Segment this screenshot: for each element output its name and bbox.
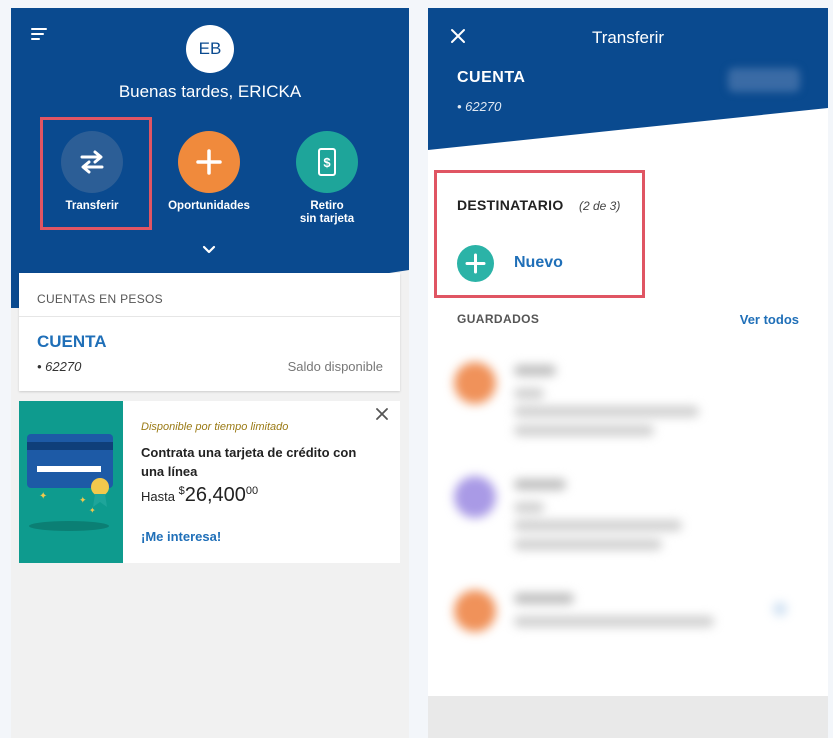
chevron-down-icon[interactable]: [202, 242, 216, 254]
transfer-screen: Transferir CUENTA • 62270 DESTINATARIO (…: [428, 8, 828, 738]
svg-text:✦: ✦: [39, 491, 47, 502]
account-card[interactable]: CUENTAS EN PESOS CUENTA • 62270 Saldo di…: [19, 273, 400, 391]
recipient-heading: DESTINATARIO: [457, 197, 564, 213]
divider: [19, 316, 400, 317]
promo-card: ✦ ✦ ✦ Disponible por tiempo limitado Con…: [19, 401, 400, 563]
greeting: Buenas tardes, ERICKA: [118, 82, 302, 101]
opportunities-button[interactable]: Oportunidades: [154, 131, 264, 213]
credit-card-illustration: ✦ ✦ ✦: [19, 401, 123, 563]
account-name[interactable]: CUENTA: [37, 332, 107, 352]
see-all-link[interactable]: Ver todos: [740, 312, 799, 327]
action-label: Oportunidades: [168, 200, 250, 212]
new-recipient-link[interactable]: Nuevo: [514, 254, 563, 272]
footer-bar: [428, 696, 828, 738]
balance-label: Saldo disponible: [287, 359, 383, 374]
svg-text:✦: ✦: [79, 496, 87, 506]
amount-cents: 00: [245, 485, 259, 497]
saved-contact-item[interactable]: [428, 590, 828, 690]
page-title: Transferir: [591, 28, 665, 47]
saved-section-title: GUARDADOS: [457, 312, 540, 326]
cardless-withdrawal-button[interactable]: $ Retiro sin tarjeta: [272, 131, 382, 226]
menu-icon[interactable]: [31, 28, 47, 42]
saved-contact-item[interactable]: [428, 362, 828, 462]
svg-text:$: $: [323, 155, 331, 170]
add-recipient-button[interactable]: [457, 245, 494, 282]
action-label: Retiro sin tarjeta: [299, 200, 355, 225]
highlight-box: [40, 117, 152, 230]
plus-icon: [178, 131, 240, 193]
interest-link[interactable]: ¡Me interesa!: [141, 529, 221, 544]
blurred-balance: [728, 68, 800, 92]
promo-kicker: Disponible por tiempo limitado: [141, 421, 289, 433]
account-number: • 62270: [37, 359, 82, 374]
section-title: CUENTAS EN PESOS: [37, 292, 163, 306]
amount-prefix: Hasta: [141, 489, 179, 504]
saved-contact-item[interactable]: [428, 476, 828, 576]
home-screen: EB Buenas tardes, ERICKA Transferir Opor…: [11, 8, 409, 738]
svg-text:✦: ✦: [89, 506, 96, 515]
phone-cash-icon: $: [296, 131, 358, 193]
account-name: CUENTA: [457, 69, 526, 86]
promo-title: Contrata una tarjeta de crédito con una …: [141, 445, 357, 479]
avatar[interactable]: EB: [186, 25, 234, 73]
step-indicator: (2 de 3): [579, 199, 621, 213]
amount-value: 26,400: [184, 484, 246, 506]
plus-icon: [465, 253, 486, 274]
close-icon[interactable]: [373, 405, 391, 423]
promo-amount: Hasta $26,40000: [141, 484, 258, 507]
account-number: • 62270: [457, 99, 502, 114]
